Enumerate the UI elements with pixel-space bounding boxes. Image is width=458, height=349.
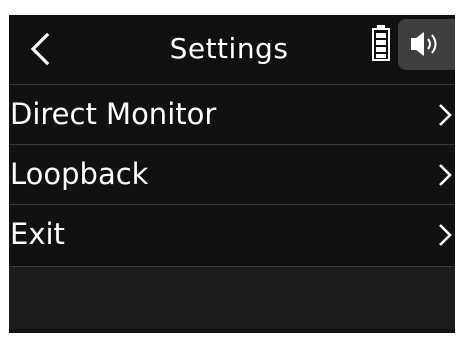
battery-icon bbox=[371, 24, 391, 62]
empty-list-area bbox=[9, 266, 455, 329]
speaker-icon bbox=[411, 32, 437, 56]
back-button[interactable] bbox=[21, 25, 61, 73]
menu-item-direct-monitor[interactable]: Direct Monitor bbox=[9, 84, 455, 144]
header-bar: Settings bbox=[9, 15, 455, 84]
menu-item-loopback[interactable]: Loopback bbox=[9, 144, 455, 204]
menu-item-label: Loopback bbox=[10, 157, 149, 191]
device-screen: Settings Direct Monitor Loopback Exit bbox=[9, 15, 455, 333]
page-title: Settings bbox=[169, 32, 289, 65]
menu-item-label: Direct Monitor bbox=[10, 97, 217, 131]
chevron-left-icon bbox=[30, 32, 50, 66]
chevron-right-icon bbox=[439, 164, 452, 186]
speaker-button[interactable] bbox=[398, 19, 455, 70]
menu-item-label: Exit bbox=[10, 217, 65, 251]
chevron-right-icon bbox=[439, 224, 452, 246]
settings-list: Direct Monitor Loopback Exit bbox=[9, 84, 455, 264]
chevron-right-icon bbox=[439, 104, 452, 126]
menu-item-exit[interactable]: Exit bbox=[9, 204, 455, 264]
